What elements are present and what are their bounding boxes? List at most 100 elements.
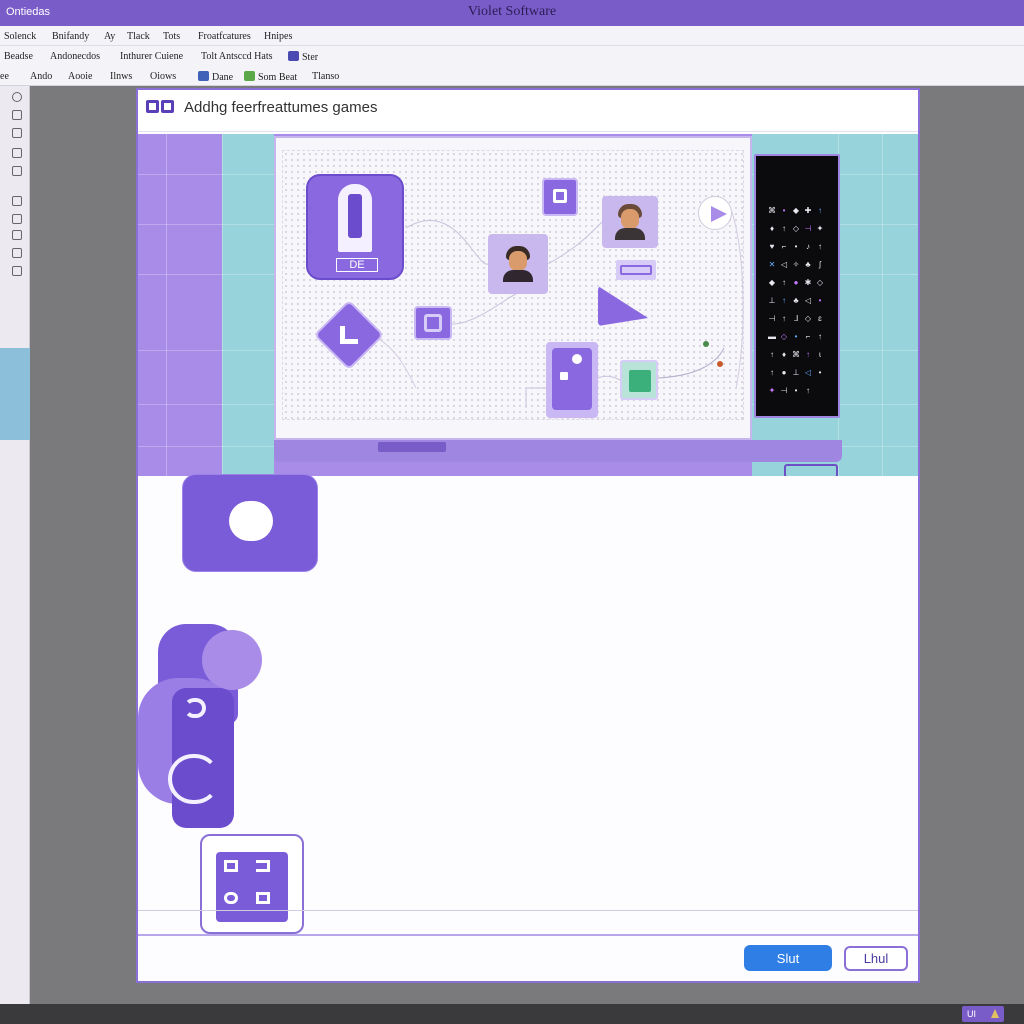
circle-tool-icon[interactable] [12, 92, 22, 102]
toolbar-item[interactable]: Andonecdos [50, 51, 100, 62]
box-tool-icon[interactable] [12, 148, 22, 158]
camera-button[interactable] [182, 474, 318, 572]
play-node[interactable] [698, 196, 732, 230]
file-tool-icon[interactable] [12, 196, 22, 206]
terminal-glyph: ⊣ [804, 224, 812, 233]
terminal-glyph: • [794, 242, 798, 251]
terminal-glyph: ♣ [805, 260, 811, 269]
laptop-screen[interactable]: DE [274, 136, 752, 440]
terminal-glyph: ● [793, 278, 799, 287]
keyhole-icon [338, 184, 372, 252]
toolbar-item[interactable]: Tolt Antsccd Hats [201, 51, 273, 62]
toolbar-item[interactable]: Ilnws [110, 71, 132, 82]
terminal-glyph: ♦ [781, 350, 787, 359]
blocks-icon [216, 852, 288, 922]
terminal-glyph: ⌘ [792, 350, 800, 359]
toolbar-item-label: Ster [302, 52, 319, 63]
terminal-glyph: ✦ [816, 224, 824, 233]
terminal-glyph: • [818, 368, 822, 377]
terminal-panel[interactable]: ⌘ • ◆ ✚ ↑ ♦ ↑ ◇ ⊣ ✦ ♥ ⌐ • ♪ ↑ ✕ ◁ ✧ ♣ ʃ ◆ ↑ ● ✱ ◇ ⊥ ↑ ♣ ◁ • ⊣ ↑ ᒧ ◇ ɛ ▬ ◇ • ⌐ ↑… [754, 154, 840, 418]
terminal-glyph: ◇ [804, 314, 812, 323]
menu-item[interactable]: Froatfcatures [198, 31, 251, 42]
terminal-glyph: • [818, 296, 822, 305]
terminal-glyph: ⌘ [768, 206, 776, 215]
image-tool-icon[interactable] [12, 248, 22, 258]
terminal-glyph: ↑ [770, 350, 774, 359]
list-tool-icon[interactable] [12, 128, 22, 138]
game-node[interactable] [620, 360, 658, 400]
terminal-glyph: ᒧ [793, 314, 799, 323]
page-tool-icon[interactable] [12, 110, 22, 120]
start-button[interactable]: Slut [744, 945, 832, 971]
avatar-icon [615, 204, 645, 240]
key-app-label: DE [336, 258, 378, 272]
menu-item[interactable]: Hnipes [264, 31, 292, 42]
terminal-glyph: ◁ [804, 368, 812, 377]
slider-icon [620, 265, 652, 275]
avatar-node[interactable] [488, 234, 548, 294]
phone-node[interactable] [546, 342, 598, 418]
toolbar-item-dane[interactable]: Dane [198, 71, 233, 83]
status-badge[interactable]: UI [962, 1006, 1004, 1022]
terminal-glyph: ʃ [819, 260, 821, 269]
warning-icon [991, 1009, 999, 1018]
terminal-glyph: ♦ [769, 224, 775, 233]
terminal-glyph: • [794, 332, 798, 341]
avatar-node[interactable] [602, 196, 658, 248]
terminal-glyph: ↑ [770, 368, 774, 377]
menu-item[interactable]: Tots [163, 31, 180, 42]
chip-node[interactable] [414, 306, 452, 340]
frame-node[interactable] [542, 178, 578, 216]
terminal-glyph: ◆ [768, 278, 776, 287]
grid-tool-icon[interactable] [12, 166, 22, 176]
terminal-glyph: ⊣ [768, 314, 776, 323]
gear-tool-icon[interactable] [12, 230, 22, 240]
menu-item[interactable]: Bnifandy [52, 31, 89, 42]
menu-item[interactable]: Solenck [4, 31, 36, 42]
terminal-glyph: ◇ [780, 332, 788, 341]
toolbar-item-ster[interactable]: Ster [288, 51, 318, 63]
toolbar-item[interactable]: ee [0, 71, 9, 82]
terminal-glyph: ↑ [818, 332, 822, 341]
toolbar-item-label: Dane [212, 72, 234, 83]
terminal-glyph: ↑ [782, 278, 786, 287]
footer-divider [138, 910, 918, 911]
slider-node[interactable] [616, 260, 656, 280]
menu-item[interactable]: Ay [104, 31, 115, 42]
terminal-glyph: ↑ [806, 386, 810, 395]
terminal-glyph: ↑ [782, 314, 786, 323]
toolbar-item-label: Som Beat [258, 72, 298, 83]
terminal-glyph: ⊥ [792, 368, 800, 377]
terminal-glyph: ⌐ [805, 332, 811, 341]
toolbar-item[interactable]: Inthurer Cuiene [120, 51, 183, 62]
key-app-node[interactable]: DE [306, 174, 404, 280]
dialog-title: Addhg feerfreattumes games [184, 99, 378, 116]
terminal-glyph: • [782, 206, 786, 215]
secondary-button[interactable]: Lhul [844, 946, 908, 971]
toolbar-item[interactable]: Aooie [68, 71, 92, 82]
terminal-glyph: ▬ [768, 332, 776, 341]
toolbar-item[interactable]: Beadse [4, 51, 33, 62]
title-bar: Ontiedas Violet Software [0, 0, 1024, 26]
blocks-app-button[interactable] [200, 834, 304, 934]
toolbar-item[interactable]: Oiows [150, 71, 176, 82]
toolbar-item[interactable]: Tlanso [312, 71, 339, 82]
laptop-notch [378, 442, 446, 452]
lens-icon [229, 501, 273, 541]
terminal-glyph: ✕ [768, 260, 776, 269]
settings-tool-icon[interactable] [12, 266, 22, 276]
status-badge-label: UI [967, 1009, 976, 1019]
terminal-glyph: • [794, 386, 798, 395]
corner-icon [340, 326, 358, 344]
terminal-glyph: ɩ [819, 350, 821, 359]
canvas-stage[interactable]: DE ⌘ • ◆ ✚ ↑ ♦ ↑ ◇ ⊣ ✦ ♥ ⌐ • ♪ ↑ ✕ ◁ ✧ ♣ ʃ ◆ ↑ ● ✱ ◇ ⊥ ↑ ♣ ◁ • ⊣ ↑ ᒧ ◇ ɛ ▬ ◇… [138, 134, 918, 476]
menu-item[interactable]: Tlack [127, 31, 150, 42]
avatar-icon [503, 246, 533, 282]
terminal-glyph: ↑ [806, 350, 810, 359]
frog-icon [244, 71, 255, 81]
menu-bar: Solenck Bnifandy Ay Tlack Tots Froatfcat… [0, 26, 1024, 46]
link-tool-icon[interactable] [12, 214, 22, 224]
toolbar-item[interactable]: Ando [30, 71, 52, 82]
toolbar-item-sombeat[interactable]: Som Beat [244, 71, 297, 83]
terminal-glyph: ⌐ [781, 242, 787, 251]
